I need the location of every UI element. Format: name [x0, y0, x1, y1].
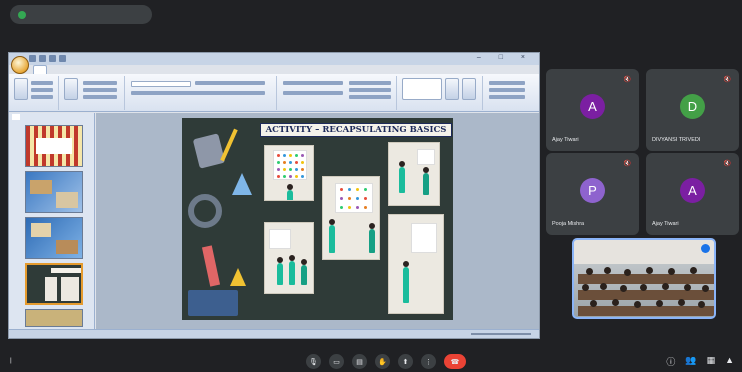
bottom-control-bar: | 🎙 ▭ ▤ ✋ ⬆ ⋮ ☎ ⓘ 👥 ▦ ▲ — [0, 352, 742, 372]
avatar: A — [680, 178, 705, 203]
participant-tile[interactable]: 🔇 P Pooja Mishra — [546, 153, 639, 235]
current-slide[interactable]: ACTIVITY – RECAPSULATING BASICS — [182, 118, 453, 320]
ribbon-tab-design[interactable] — [63, 65, 75, 74]
arrange-icon[interactable] — [445, 78, 459, 100]
slide-thumbnail[interactable] — [25, 217, 83, 259]
ruler-icon — [201, 245, 221, 287]
participant-name: Ajay Tiwari — [652, 221, 679, 227]
triangle-ruler-icon — [232, 173, 252, 195]
ribbon-tab-view[interactable] — [119, 65, 131, 74]
slides-group — [61, 76, 125, 110]
window-controls[interactable]: – □ × — [477, 54, 533, 61]
ribbon — [9, 74, 539, 112]
meeting-info: | — [10, 357, 12, 364]
activity-photo — [264, 222, 314, 294]
compass-icon — [188, 194, 222, 228]
end-call-icon[interactable]: ☎ — [444, 354, 466, 369]
new-slide-icon[interactable] — [64, 78, 78, 100]
mic-icon[interactable]: 🎙 — [306, 354, 321, 369]
speaking-indicator-icon — [701, 244, 710, 253]
people-icon[interactable]: 👥 — [685, 355, 696, 368]
presenting-banner[interactable] — [10, 5, 152, 24]
activities-icon[interactable]: ▲ — [725, 355, 734, 368]
drawing-group — [399, 76, 483, 110]
avatar: D — [680, 94, 705, 119]
font-group — [127, 76, 277, 110]
captions-icon[interactable]: ▤ — [352, 354, 367, 369]
mic-muted-icon: 🔇 — [723, 161, 731, 167]
activity-photo — [388, 214, 444, 314]
pane-tab-outline[interactable] — [22, 114, 30, 120]
participant-name: DIVYANSI TRIVEDI — [652, 137, 701, 143]
ppt-status-bar — [9, 329, 539, 338]
activity-photo — [322, 176, 380, 260]
ribbon-tab-insert[interactable] — [49, 65, 61, 74]
participant-tile[interactable]: 🔇 A Ajay Tiwari — [646, 153, 739, 235]
slide-editing-area: ACTIVITY – RECAPSULATING BASICS — [96, 113, 539, 330]
presenting-indicator-icon — [18, 10, 26, 19]
ribbon-tab-review[interactable] — [105, 65, 117, 74]
more-options-icon[interactable]: ⋮ — [421, 354, 436, 369]
ribbon-tab-home[interactable] — [33, 65, 47, 74]
ribbon-tab-animations[interactable] — [77, 65, 89, 74]
classroom-video-tile[interactable] — [572, 238, 716, 319]
raise-hand-icon[interactable]: ✋ — [375, 354, 390, 369]
editing-group — [485, 76, 537, 110]
paste-icon[interactable] — [14, 78, 28, 100]
calculator-icon — [192, 133, 226, 169]
slide-title: ACTIVITY – RECAPSULATING BASICS — [260, 123, 452, 137]
info-icon[interactable]: ⓘ — [666, 355, 675, 368]
avatar: A — [580, 94, 605, 119]
shapes-gallery[interactable] — [402, 78, 442, 100]
chat-icon[interactable]: ▦ — [707, 355, 716, 368]
clipboard-group — [11, 76, 59, 110]
participant-tile[interactable]: 🔇 D DIVYANSI TRIVEDI — [646, 69, 739, 151]
zoom-slider[interactable] — [471, 333, 531, 335]
ribbon-tabs — [33, 65, 131, 74]
ppt-title-bar: – □ × — [9, 53, 539, 65]
slide-thumbnail[interactable] — [25, 125, 83, 167]
participant-tile[interactable]: 🔇 A Ajay Tiwari — [546, 69, 639, 151]
pencil-icon — [220, 128, 238, 162]
slides-pane — [9, 113, 95, 330]
camera-icon[interactable]: ▭ — [329, 354, 344, 369]
info-separator: | — [10, 357, 12, 364]
pane-tab-slides[interactable] — [12, 114, 20, 120]
set-square-icon — [230, 268, 246, 286]
present-icon[interactable]: ⬆ — [398, 354, 413, 369]
slide-thumbnail[interactable] — [25, 309, 83, 327]
activity-photo — [264, 145, 314, 201]
participant-name: Ajay Tiwari — [552, 137, 579, 143]
activity-photo — [388, 142, 440, 206]
slide-thumbnail-selected[interactable] — [25, 263, 83, 305]
mic-muted-icon: 🔇 — [623, 161, 631, 167]
mic-muted-icon: 🔇 — [723, 77, 731, 83]
mic-muted-icon: 🔇 — [623, 77, 631, 83]
quick-styles-icon[interactable] — [462, 78, 476, 100]
top-bar — [0, 0, 742, 30]
book-icon — [188, 290, 238, 316]
slide-thumbnail[interactable] — [25, 171, 83, 213]
ribbon-tab-slideshow[interactable] — [91, 65, 103, 74]
participant-name: Pooja Mishra — [552, 221, 585, 227]
office-button-icon[interactable] — [11, 56, 29, 74]
paragraph-group — [279, 76, 397, 110]
quick-access-toolbar[interactable] — [29, 55, 79, 63]
avatar: P — [580, 178, 605, 203]
shared-screen[interactable]: – □ × ACTIVITY – RECAPSULATING BASICS — [8, 52, 540, 339]
